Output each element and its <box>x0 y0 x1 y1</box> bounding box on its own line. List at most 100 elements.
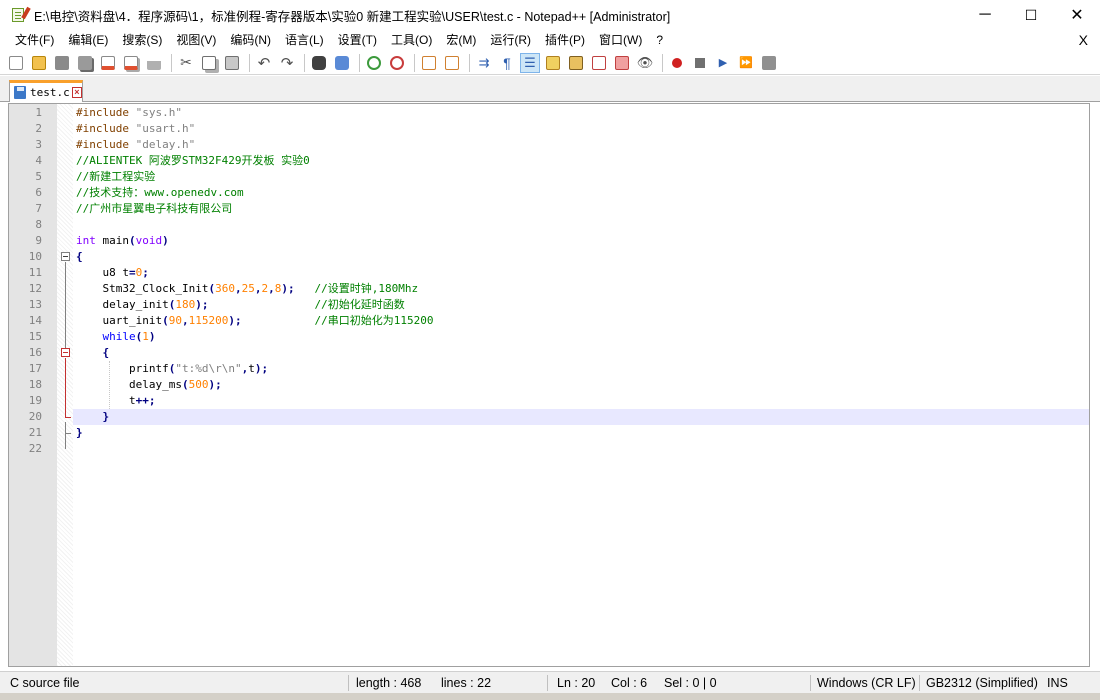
menu-bar: 文件(F) 编辑(E) 搜索(S) 视图(V) 编码(N) 语言(L) 设置(T… <box>0 30 1100 51</box>
status-divider <box>547 675 548 691</box>
tab-test-c[interactable]: test.c × <box>9 80 83 102</box>
menu-plugins[interactable]: 插件(P) <box>538 30 592 51</box>
close-file-icon[interactable] <box>98 53 118 73</box>
menu-file[interactable]: 文件(F) <box>8 30 61 51</box>
close-document-button[interactable]: X <box>1079 30 1088 51</box>
status-encoding: GB2312 (Simplified) <box>926 676 1038 690</box>
line-number: 3 <box>35 138 42 151</box>
save-macro-icon[interactable] <box>759 53 779 73</box>
line-number: 14 <box>28 314 42 327</box>
code-line-text: #include "usart.h" <box>76 122 196 135</box>
menu-run[interactable]: 运行(R) <box>483 30 538 51</box>
record-macro-icon[interactable] <box>667 53 687 73</box>
user-defined-language-icon[interactable] <box>543 53 563 73</box>
save-all-icon[interactable] <box>75 53 95 73</box>
close-all-icon[interactable] <box>121 53 141 73</box>
paste-icon[interactable] <box>222 53 242 73</box>
code-line[interactable]: while(1) <box>73 329 1089 345</box>
code-line[interactable]: delay_init(180); //初始化延时函数 <box>73 297 1089 313</box>
status-divider <box>810 675 811 691</box>
print-icon[interactable] <box>144 53 164 73</box>
menu-view[interactable]: 视图(V) <box>169 30 223 51</box>
menu-help[interactable]: ? <box>649 30 670 51</box>
tab-label: test.c <box>29 86 70 99</box>
zoom-in-icon[interactable] <box>364 53 384 73</box>
code-line-text: u8 t=0; <box>102 266 149 279</box>
show-all-chars-icon[interactable]: ¶ <box>497 53 517 73</box>
code-line[interactable]: { <box>73 249 1089 265</box>
tab-close-icon[interactable]: × <box>71 87 82 98</box>
menu-encoding[interactable]: 编码(N) <box>223 30 278 51</box>
code-line[interactable]: #include "delay.h" <box>73 137 1089 153</box>
minimize-button[interactable]: ─ <box>962 0 1008 30</box>
doc-map-icon[interactable] <box>566 53 586 73</box>
word-wrap-icon[interactable]: ⇉ <box>474 53 494 73</box>
run-macro-multiple-icon[interactable]: ⏩ <box>736 53 756 73</box>
code-line[interactable]: //新建工程实验 <box>73 169 1089 185</box>
cut-icon[interactable]: ✂ <box>176 53 196 73</box>
new-file-icon[interactable] <box>6 53 26 73</box>
code-line[interactable]: #include "sys.h" <box>73 105 1089 121</box>
line-number: 2 <box>35 122 42 135</box>
code-line-text: delay_init(180); //初始化延时函数 <box>102 298 405 311</box>
code-line[interactable]: //ALIENTEK 阿波罗STM32F429开发板 实验0 <box>73 153 1089 169</box>
code-line[interactable]: uart_init(90,115200); //串口初始化为115200 <box>73 313 1089 329</box>
playback-macro-icon[interactable]: ▶ <box>713 53 733 73</box>
redo-icon[interactable]: ↷ <box>277 53 297 73</box>
code-line[interactable]: int main(void) <box>73 233 1089 249</box>
fold-toggle-icon[interactable] <box>61 348 70 357</box>
code-line[interactable]: Stm32_Clock_Init(360,25,2,8); //设置时钟,180… <box>73 281 1089 297</box>
status-divider <box>919 675 920 691</box>
menu-edit[interactable]: 编辑(E) <box>61 30 115 51</box>
code-line[interactable]: delay_ms(500); <box>73 377 1089 393</box>
status-length: length : 468 <box>356 676 422 690</box>
menu-window[interactable]: 窗口(W) <box>592 30 649 51</box>
line-number: 18 <box>28 378 42 391</box>
sync-vertical-icon[interactable] <box>419 53 439 73</box>
code-line[interactable]: { <box>73 345 1089 361</box>
stop-recording-icon[interactable] <box>690 53 710 73</box>
save-icon[interactable] <box>52 53 72 73</box>
menu-tools[interactable]: 工具(O) <box>384 30 439 51</box>
monitoring-icon[interactable]: 👁 <box>635 53 655 73</box>
sync-horizontal-icon[interactable] <box>442 53 462 73</box>
menu-search[interactable]: 搜索(S) <box>115 30 169 51</box>
code-line[interactable]: //技术支持：www.openedv.com <box>73 185 1089 201</box>
code-area[interactable]: #include "sys.h" #include "usart.h" #inclu… <box>73 104 1089 666</box>
tab-bar: test.c × <box>0 76 1100 102</box>
fold-toggle-icon[interactable] <box>61 252 70 261</box>
replace-icon[interactable] <box>332 53 352 73</box>
menu-macro[interactable]: 宏(M) <box>439 30 483 51</box>
editor[interactable]: 1 2 3 4 5 6 7 8 9 10 11 12 13 14 15 16 17 18 19 20 21 22 #inc… <box>8 103 1090 667</box>
close-button[interactable]: ✕ <box>1054 0 1100 30</box>
find-icon[interactable] <box>309 53 329 73</box>
copy-icon[interactable] <box>199 53 219 73</box>
taskbar-strip <box>0 693 1100 700</box>
code-line[interactable]: printf("t:%d\r\n",t); <box>73 361 1089 377</box>
function-list-icon[interactable] <box>589 53 609 73</box>
code-line-text: } <box>76 426 83 439</box>
code-line[interactable]: } <box>73 409 1089 425</box>
indent-guide-icon[interactable]: ☰ <box>520 52 540 73</box>
code-line-text: //ALIENTEK 阿波罗STM32F429开发板 实验0 <box>76 154 310 167</box>
menu-language[interactable]: 语言(L) <box>278 30 331 51</box>
zoom-out-icon[interactable] <box>387 53 407 73</box>
undo-icon[interactable]: ↶ <box>254 53 274 73</box>
code-line-text: int main(void) <box>76 234 169 247</box>
line-number: 8 <box>35 218 42 231</box>
line-number: 12 <box>28 282 42 295</box>
code-line[interactable]: } <box>73 425 1089 441</box>
code-line[interactable] <box>73 441 1089 457</box>
code-line[interactable]: u8 t=0; <box>73 265 1089 281</box>
maximize-button[interactable]: ☐ <box>1008 0 1054 30</box>
code-line[interactable] <box>73 217 1089 233</box>
folder-as-workspace-icon[interactable] <box>612 53 632 73</box>
code-line[interactable]: t++; <box>73 393 1089 409</box>
menu-settings[interactable]: 设置(T) <box>331 30 384 51</box>
line-number: 15 <box>28 330 42 343</box>
open-file-icon[interactable] <box>29 53 49 73</box>
code-line[interactable]: //广州市星翼电子科技有限公司 <box>73 201 1089 217</box>
status-divider <box>348 675 349 691</box>
status-insert-mode: INS <box>1047 676 1068 690</box>
code-line[interactable]: #include "usart.h" <box>73 121 1089 137</box>
